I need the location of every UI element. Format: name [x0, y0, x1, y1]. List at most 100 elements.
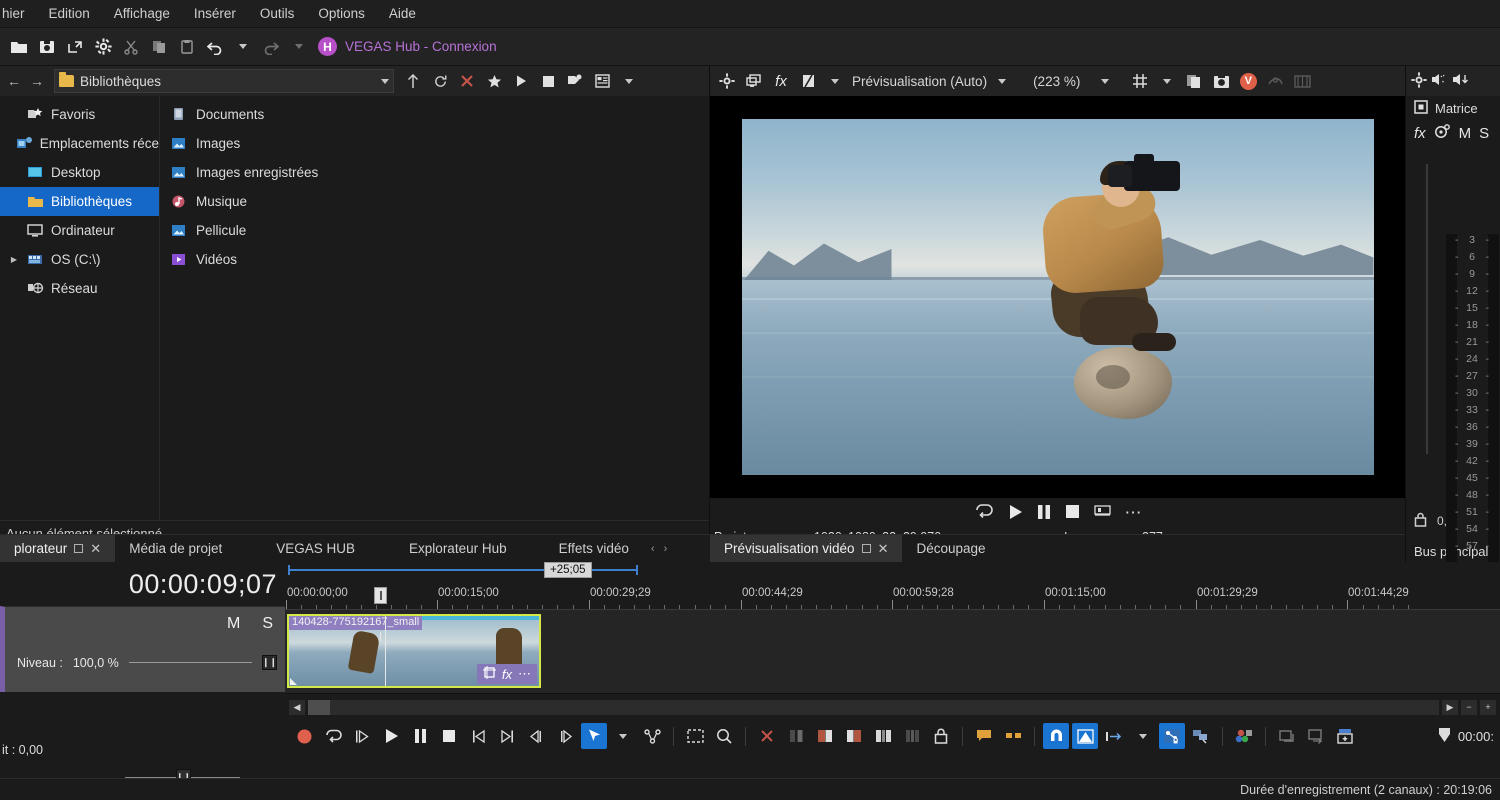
play-icon[interactable] — [509, 69, 533, 93]
menu-item-fichier[interactable]: hier — [0, 2, 37, 25]
views-icon[interactable] — [590, 69, 614, 93]
tree-item-os-c[interactable]: ▶ OS (C:\) — [0, 245, 159, 274]
list-item[interactable]: Documents — [160, 100, 709, 129]
track-solo-button[interactable]: S — [262, 615, 273, 633]
tab-explorateur-hub[interactable]: Explorateur Hub — [369, 535, 521, 562]
list-item[interactable]: Pellicule — [160, 216, 709, 245]
scroll-left-icon[interactable]: ◀ — [289, 699, 305, 715]
loop-icon[interactable] — [974, 504, 994, 522]
pause-icon[interactable] — [1037, 504, 1051, 523]
track-level-slider[interactable] — [128, 662, 252, 663]
more-icon[interactable]: ⋯ — [1125, 504, 1142, 521]
play-from-start-icon[interactable] — [349, 723, 375, 749]
copy-icon[interactable] — [146, 34, 172, 60]
timeline-timecode-display[interactable]: 00:00:09;07 — [0, 562, 285, 606]
prev-frame-icon[interactable] — [523, 723, 549, 749]
tab-decoupage[interactable]: Découpage — [902, 535, 999, 562]
zoom-dropdown-icon[interactable] — [1093, 69, 1117, 93]
copy-frame-icon[interactable] — [1182, 69, 1206, 93]
tag-icon[interactable] — [563, 69, 587, 93]
crossfade-4-icon[interactable] — [870, 723, 896, 749]
next-frame-icon[interactable] — [552, 723, 578, 749]
mixer-solo-button[interactable]: S — [1479, 125, 1489, 142]
stop-icon[interactable] — [536, 69, 560, 93]
list-item[interactable]: Images enregistrées — [160, 158, 709, 187]
more-options-icon[interactable] — [1263, 69, 1287, 93]
timeline-marker-row[interactable]: +25;05 — [285, 562, 1500, 594]
vegas-badge-icon[interactable]: V — [1236, 69, 1260, 93]
preview-quality-label[interactable]: Prévisualisation (Auto) — [852, 74, 987, 89]
favorite-star-icon[interactable] — [482, 69, 506, 93]
preview-stage[interactable] — [710, 96, 1405, 498]
sync-icon[interactable] — [1303, 723, 1329, 749]
add-track-icon[interactable] — [1332, 723, 1358, 749]
nav-back-icon[interactable]: ← — [4, 70, 24, 92]
marker-icon[interactable] — [971, 723, 997, 749]
zoom-in-icon[interactable]: + — [1480, 699, 1496, 715]
lock-icon[interactable] — [928, 723, 954, 749]
nav-forward-icon[interactable]: → — [27, 70, 47, 92]
lock-envelopes-icon[interactable] — [1159, 723, 1185, 749]
crop-icon[interactable] — [482, 666, 496, 682]
open-project-icon[interactable] — [34, 34, 60, 60]
tab-media-de-projet[interactable]: Média de projet — [115, 535, 236, 562]
close-icon[interactable]: ✕ — [90, 541, 101, 557]
zoom-tool-icon[interactable] — [711, 723, 737, 749]
scrollbar-track[interactable] — [308, 699, 1439, 715]
tab-previsualisation-video[interactable]: Prévisualisation vidéo ✕ — [710, 535, 903, 562]
menu-item-affichage[interactable]: Affichage — [102, 2, 182, 25]
normal-edit-tool-icon[interactable] — [581, 723, 607, 749]
lock-icon[interactable] — [1414, 512, 1427, 530]
project-properties-gear-icon[interactable] — [90, 34, 116, 60]
timeline-hscrollbar[interactable]: ◀ ▶ − + — [285, 696, 1500, 718]
tree-expander-os[interactable]: ▶ — [8, 255, 20, 264]
tab-prev-icon[interactable]: ‹ — [651, 543, 655, 555]
volume-down-icon[interactable] — [1452, 72, 1469, 90]
preview-quality-dropdown-icon[interactable] — [823, 69, 847, 93]
tree-item-bibliotheques[interactable]: Bibliothèques — [0, 187, 159, 216]
scope-icon[interactable] — [1290, 69, 1314, 93]
loop-icon[interactable] — [320, 723, 346, 749]
list-item[interactable]: Vidéos — [160, 245, 709, 274]
mute-all-icon[interactable] — [1431, 72, 1448, 90]
cut-icon[interactable] — [754, 723, 780, 749]
nav-up-icon[interactable] — [401, 69, 425, 93]
tab-explorateur[interactable]: plorateur ✕ — [0, 535, 116, 562]
region-icon[interactable] — [1000, 723, 1026, 749]
mixer-matrix-row[interactable]: Matrice — [1406, 96, 1500, 120]
snapshot-icon[interactable] — [1209, 69, 1233, 93]
scrollbar-thumb[interactable] — [308, 699, 330, 715]
tab-next-icon[interactable]: › — [664, 543, 668, 555]
vegas-hub-login[interactable]: H VEGAS Hub - Connexion — [318, 37, 497, 56]
track-level-knob[interactable]: ❙❙ — [262, 655, 277, 670]
color-icon[interactable] — [1231, 723, 1257, 749]
delete-icon[interactable] — [455, 69, 479, 93]
explorer-dropdown-icon[interactable] — [617, 69, 641, 93]
tab-float-icon[interactable] — [861, 544, 871, 553]
menu-item-options[interactable]: Options — [306, 2, 377, 25]
playhead-handle[interactable] — [374, 587, 387, 604]
timeline-clip[interactable]: 140428-775192167_small fx ⋯ — [287, 614, 541, 688]
track-header-video[interactable]: M S Niveau : 100,0 % ❙❙ — [0, 606, 285, 692]
paste-icon[interactable] — [174, 34, 200, 60]
menu-item-edition[interactable]: Edition — [37, 2, 102, 25]
timeline-ruler[interactable]: 00:00:00;00 00:00:15;00 00:00:29;29 00:0… — [285, 584, 1500, 610]
tree-item-reseau[interactable]: Réseau — [0, 274, 159, 303]
stop-icon[interactable] — [436, 723, 462, 749]
quantize-dropdown-icon[interactable] — [1130, 723, 1156, 749]
stop-icon[interactable] — [1065, 504, 1080, 522]
cut-icon[interactable] — [118, 34, 144, 60]
gear-icon[interactable] — [1411, 71, 1427, 91]
more-icon[interactable]: ⋯ — [518, 666, 531, 682]
go-to-start-icon[interactable] — [465, 723, 491, 749]
crossfade-5-icon[interactable] — [899, 723, 925, 749]
envelope-tool-icon[interactable] — [639, 723, 665, 749]
timeline-video-track[interactable]: 140428-775192167_small fx ⋯ — [285, 610, 1500, 694]
close-icon[interactable]: ✕ — [878, 541, 889, 557]
crossfade-2-icon[interactable] — [812, 723, 838, 749]
fx-icon[interactable]: fx — [502, 667, 512, 682]
fx-icon[interactable]: fx — [769, 69, 793, 93]
menu-item-inserer[interactable]: Insérer — [182, 2, 248, 25]
play-icon[interactable] — [1008, 504, 1023, 523]
tab-effets-video[interactable]: Effets vidéo — [521, 535, 643, 562]
